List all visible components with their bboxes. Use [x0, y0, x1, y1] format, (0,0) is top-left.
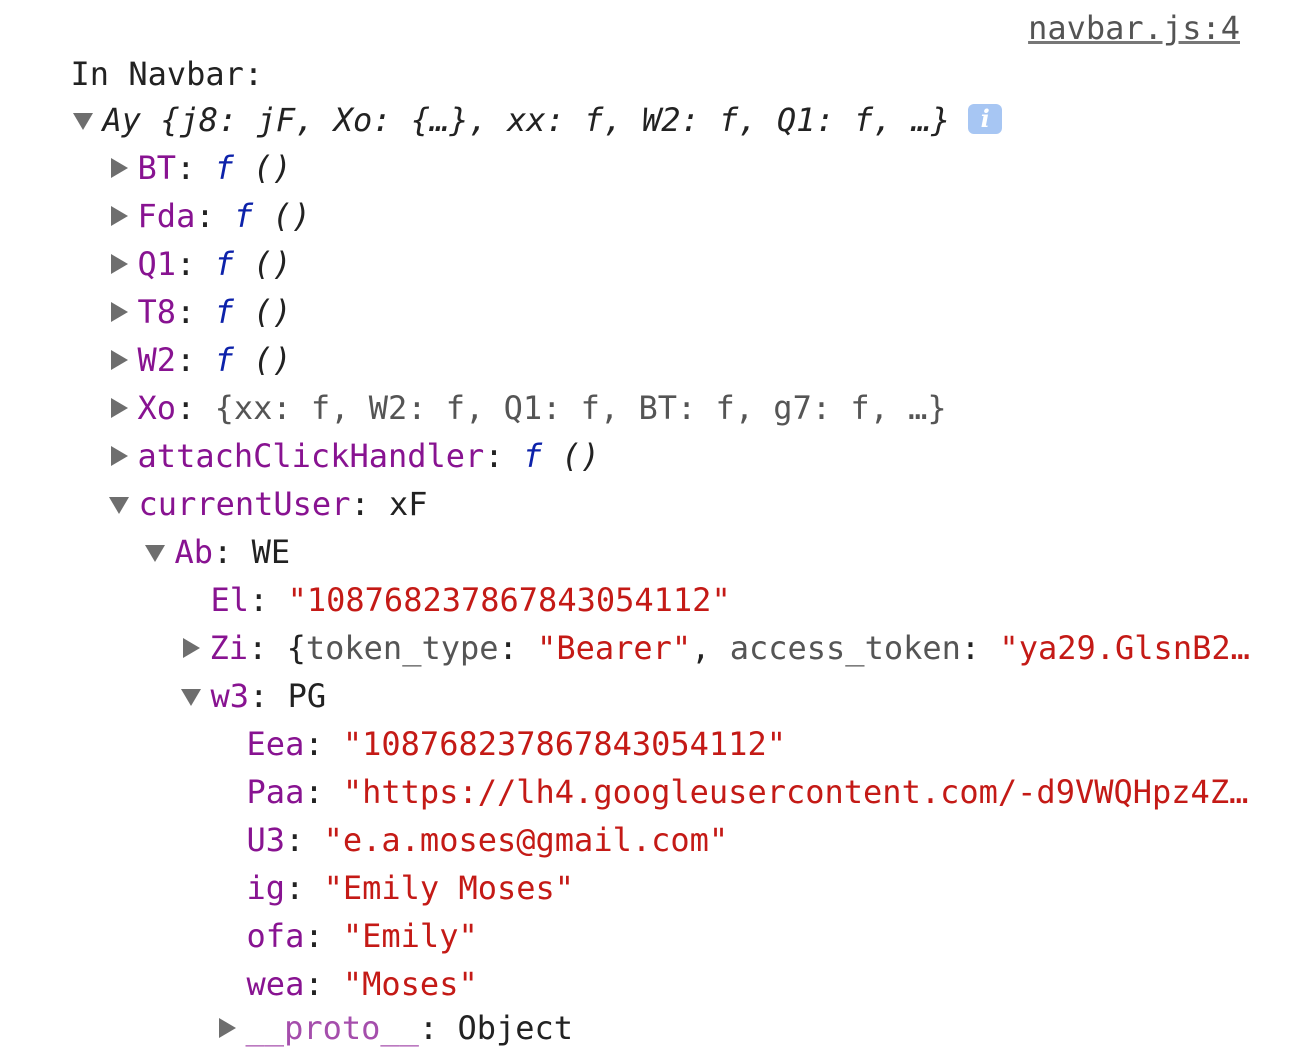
string-value: "ya29.GlsnB2… — [999, 629, 1250, 667]
prop-row-el: El: "108768237867843054112" — [172, 528, 731, 619]
prop-row-eea: Eea: "108768237867843054112" — [208, 672, 786, 763]
string-value: "Bearer" — [537, 629, 692, 667]
source-link[interactable]: navbar.js:4 — [1028, 4, 1240, 52]
prop-row-ab[interactable]: Ab: WE — [106, 480, 290, 571]
expand-triangle-icon[interactable] — [218, 1018, 236, 1038]
preview-key: access_token — [729, 629, 961, 667]
function-marker: f — [522, 437, 543, 475]
colon: : — [498, 629, 538, 667]
prop-row-w2[interactable]: W2: f () — [72, 288, 292, 379]
prop-row-q1[interactable]: Q1: f () — [72, 192, 292, 283]
prop-row-paa: Paa: "https://lh4.googleusercontent.com/… — [208, 720, 1249, 811]
prop-row-ig: ig: "Emily Moses" — [208, 816, 575, 907]
prop-row-attach-click-handler[interactable]: attachClickHandler: f () — [72, 384, 600, 475]
colon: : — [350, 485, 389, 523]
prop-key: __proto__ — [245, 1009, 419, 1047]
prop-row-w3[interactable]: w3: PG — [142, 624, 326, 715]
info-icon[interactable]: i — [968, 104, 1003, 134]
function-args: () — [542, 437, 600, 475]
colon: : — [960, 629, 1000, 667]
prop-row-current-user[interactable]: currentUser: xF — [70, 432, 428, 523]
prop-row-ofa: ofa: "Emily" — [208, 864, 478, 955]
prop-row-zi[interactable]: Zi: {token_type: "Bearer", access_token:… — [144, 576, 1250, 667]
prop-row-wea: wea: "Moses" — [208, 912, 478, 1003]
class-name: xF — [388, 485, 428, 523]
colon: : — [418, 1009, 458, 1047]
prop-row-proto[interactable]: __proto__: Object — [180, 956, 573, 1047]
console-log-label: In Navbar: — [32, 2, 264, 93]
prop-row-fda[interactable]: Fda: f () — [72, 144, 311, 235]
root-object-row[interactable]: Ay {j8: jF, Xo: {…}, xx: f, W2: f, Q1: f… — [34, 48, 1003, 139]
prop-row-bt[interactable]: BT: f () — [72, 96, 292, 187]
prop-row-xo[interactable]: Xo: {xx: f, W2: f, Q1: f, BT: f, g7: f, … — [72, 336, 947, 427]
comma: , — [691, 629, 730, 667]
class-name: Object — [457, 1009, 574, 1047]
colon: : — [484, 437, 523, 475]
collapse-triangle-icon[interactable] — [144, 544, 165, 562]
preview-key: token_type — [305, 629, 499, 667]
prop-row-t8[interactable]: T8: f () — [72, 240, 292, 331]
prop-row-u3: U3: "e.a.moses@gmail.com" — [208, 768, 729, 859]
collapse-triangle-icon[interactable] — [180, 688, 201, 706]
